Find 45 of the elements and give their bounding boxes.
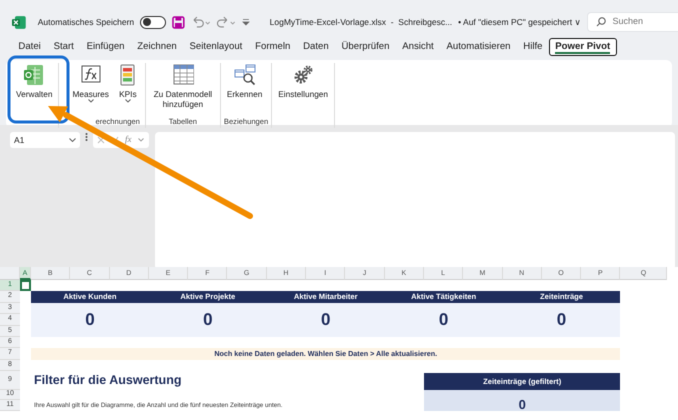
menu-tab[interactable]: Formeln [248,38,297,56]
menu-tab[interactable]: Zeichnen [130,38,184,56]
ribbon-button[interactable]: Einstellungen [275,63,332,116]
menu-tab[interactable]: Power Pivot [548,38,617,56]
undo-icon[interactable] [190,16,210,28]
autosave-label: Automatisches Speichern [38,16,134,28]
caret-icon [69,138,76,142]
search-icon [596,17,606,27]
menu-tab[interactable]: Überprüfen [335,38,396,56]
table-search-icon [234,64,256,86]
search-box[interactable]: Suchen [587,12,678,32]
menu-tab[interactable]: Start [47,38,80,56]
menu-tab[interactable]: Datei [12,38,48,56]
menu-tab[interactable]: Einfügen [80,38,131,56]
excel-logo-icon [12,16,26,28]
ribbon-button[interactable]: Erkennen [224,63,266,116]
gears-icon [292,64,314,86]
ribbon-button[interactable]: KPIs [114,63,142,116]
save-location-button[interactable]: • Auf "diesem PC" gespeichert ∨ [458,16,582,28]
insert-function-button[interactable]: fx [125,133,132,147]
customize-toolbar-icon[interactable] [242,18,250,26]
highlight-frame [8,56,70,124]
search-field[interactable]: Suchen [612,15,672,29]
ribbon-button[interactable]: Verwalten [13,63,56,116]
ribbon-button[interactable]: Zu Datenmodell hinzufügen [148,63,217,116]
formula-input[interactable] [155,132,675,270]
selected-cell[interactable] [20,280,31,292]
menu-tab[interactable]: Hilfe [516,38,549,56]
table-icon [172,64,194,86]
caret-icon [138,138,144,142]
save-icon[interactable] [172,16,184,28]
menu-tab[interactable]: Seitenlayout [183,38,249,56]
cancel-icon [97,136,105,144]
redo-icon[interactable] [216,16,236,28]
name-box[interactable]: A1 [10,132,80,148]
ribbon-button[interactable]: Measures [69,63,112,116]
section-heading: Filter für die Auswertung [33,372,182,390]
document-title: LogMyTime-Excel-Vorlage.xlsx - Schreibgesc... [270,16,452,28]
autosave-toggle[interactable] [140,16,166,28]
sheet-icon [23,64,46,86]
menu-tab[interactable]: Automatisieren [440,38,517,56]
filtered-count-value: 0 [424,390,620,412]
more-icon [85,132,88,142]
menu-tab[interactable]: Ansicht [396,38,440,56]
menu-tab[interactable]: Daten [296,38,336,56]
